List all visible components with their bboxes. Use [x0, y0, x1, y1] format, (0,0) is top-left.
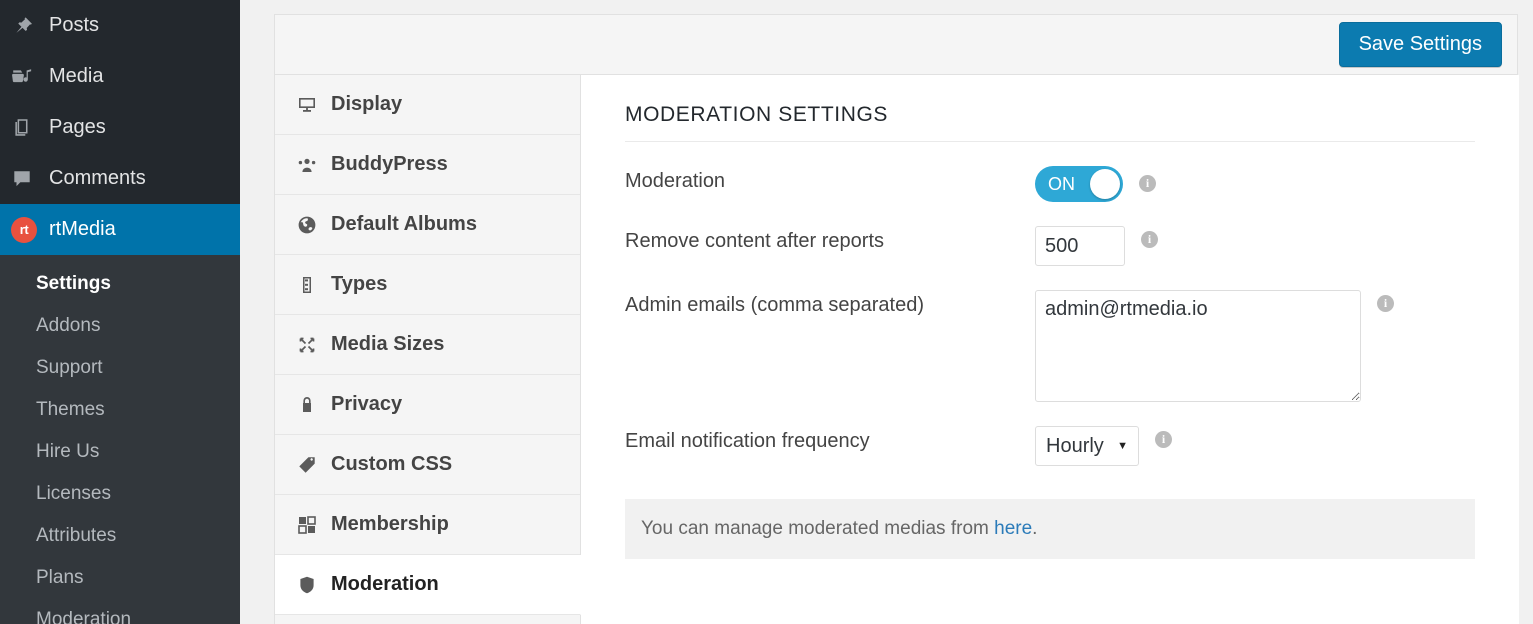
tab-display[interactable]: Display — [275, 75, 580, 135]
notice-text-after: . — [1032, 518, 1037, 539]
remove-after-reports-input[interactable] — [1035, 226, 1125, 266]
sidebar-item-label: Comments — [49, 167, 146, 190]
resize-icon — [297, 335, 331, 355]
page-title: MODERATION SETTINGS — [625, 103, 1475, 142]
select-value: Hourly — [1046, 435, 1104, 458]
submenu-item-licenses[interactable]: Licenses — [0, 473, 240, 515]
shield-icon — [297, 575, 331, 595]
admin-emails-textarea[interactable] — [1035, 290, 1361, 402]
field-remove-after-reports: Remove content after reports i — [625, 202, 1475, 266]
comments-icon — [11, 166, 45, 192]
submenu-item-support[interactable]: Support — [0, 347, 240, 389]
rtmedia-submenu: Settings Addons Support Themes Hire Us L… — [0, 255, 240, 624]
info-icon[interactable]: i — [1141, 231, 1158, 248]
settings-tab-list: Display BuddyPress — [275, 75, 581, 624]
tab-label: BuddyPress — [331, 153, 448, 176]
tab-label: Default Albums — [331, 213, 477, 236]
submenu-item-themes[interactable]: Themes — [0, 389, 240, 431]
admin-menu-top: Posts Media — [0, 0, 240, 255]
field-label: Email notification frequency — [625, 426, 1035, 453]
buddypress-icon — [297, 155, 331, 175]
manage-moderated-media-link[interactable]: here — [994, 518, 1032, 539]
pages-icon — [11, 115, 45, 141]
tab-label: Membership — [331, 513, 449, 536]
sidebar-item-rtmedia[interactable]: rt rtMedia — [0, 204, 240, 255]
media-icon — [11, 64, 45, 90]
submenu-item-plans[interactable]: Plans — [0, 557, 240, 599]
email-frequency-select-wrap: Hourly ▼ — [1035, 426, 1139, 466]
tab-types[interactable]: Types — [275, 255, 580, 315]
sidebar-item-media[interactable]: Media — [0, 51, 240, 102]
tab-default-albums[interactable]: Default Albums — [275, 195, 580, 255]
field-control: ON i — [1035, 166, 1156, 202]
tab-label: Custom CSS — [331, 453, 452, 476]
field-label: Moderation — [625, 166, 1035, 193]
rtmedia-badge-text: rt — [11, 217, 37, 243]
filmstrip-icon — [297, 275, 331, 295]
field-control: Hourly ▼ i — [1035, 426, 1172, 466]
notice-text-before: You can manage moderated medias from — [641, 518, 994, 539]
grid-icon — [297, 515, 331, 535]
sidebar-item-label: Pages — [49, 116, 106, 139]
submenu-item-addons[interactable]: Addons — [0, 305, 240, 347]
submenu-item-hire-us[interactable]: Hire Us — [0, 431, 240, 473]
tab-membership[interactable]: Membership — [275, 495, 580, 555]
chevron-down-icon: ▼ — [1117, 440, 1128, 452]
submenu-item-moderation[interactable]: Moderation — [0, 599, 240, 624]
pin-icon — [11, 13, 45, 39]
tab-label: Display — [331, 93, 402, 116]
sidebar-item-label: rtMedia — [49, 218, 116, 241]
tab-media-sizes[interactable]: Media Sizes — [275, 315, 580, 375]
field-label: Admin emails (comma separated) — [625, 290, 1035, 317]
field-control: i — [1035, 290, 1394, 402]
tab-custom-css[interactable]: Custom CSS — [275, 435, 580, 495]
sidebar-item-comments[interactable]: Comments — [0, 153, 240, 204]
moderated-media-notice: You can manage moderated medias from her… — [625, 499, 1475, 559]
tag-icon — [297, 455, 331, 475]
submenu-item-attributes[interactable]: Attributes — [0, 515, 240, 557]
sidebar-item-label: Posts — [49, 14, 99, 37]
tab-label: Moderation — [331, 573, 439, 596]
tab-label: Privacy — [331, 393, 402, 416]
tab-label: Media Sizes — [331, 333, 444, 356]
settings-card-header: Save Settings — [275, 15, 1517, 75]
info-icon[interactable]: i — [1139, 175, 1156, 192]
field-moderation: Moderation ON i — [625, 142, 1475, 202]
toggle-knob — [1090, 169, 1120, 199]
globe-icon — [297, 215, 331, 235]
email-frequency-select[interactable]: Hourly ▼ — [1035, 426, 1139, 466]
tab-moderation[interactable]: Moderation — [275, 555, 581, 615]
save-settings-button[interactable]: Save Settings — [1339, 22, 1502, 67]
sidebar-item-posts[interactable]: Posts — [0, 0, 240, 51]
screen-root: Posts Media — [0, 0, 1533, 624]
lock-icon — [297, 395, 331, 415]
field-admin-emails: Admin emails (comma separated) i — [625, 266, 1475, 402]
sidebar-item-label: Media — [49, 65, 103, 88]
moderation-settings-panel: MODERATION SETTINGS Moderation ON i Remo… — [581, 75, 1519, 624]
info-icon[interactable]: i — [1155, 431, 1172, 448]
wp-admin-sidebar: Posts Media — [0, 0, 240, 624]
field-control: i — [1035, 226, 1158, 266]
field-label: Remove content after reports — [625, 226, 1035, 253]
settings-card: Save Settings Display — [274, 14, 1518, 624]
sidebar-item-pages[interactable]: Pages — [0, 102, 240, 153]
submenu-item-settings[interactable]: Settings — [0, 263, 240, 305]
tab-privacy[interactable]: Privacy — [275, 375, 580, 435]
toggle-state-label: ON — [1048, 174, 1075, 195]
field-email-frequency: Email notification frequency Hourly ▼ i — [625, 402, 1475, 466]
moderation-toggle[interactable]: ON — [1035, 166, 1123, 202]
tab-label: Types — [331, 273, 387, 296]
settings-card-body: Display BuddyPress — [275, 75, 1517, 624]
info-icon[interactable]: i — [1377, 295, 1394, 312]
monitor-icon — [297, 95, 331, 115]
tab-buddypress[interactable]: BuddyPress — [275, 135, 580, 195]
rtmedia-logo-icon: rt — [11, 217, 45, 243]
